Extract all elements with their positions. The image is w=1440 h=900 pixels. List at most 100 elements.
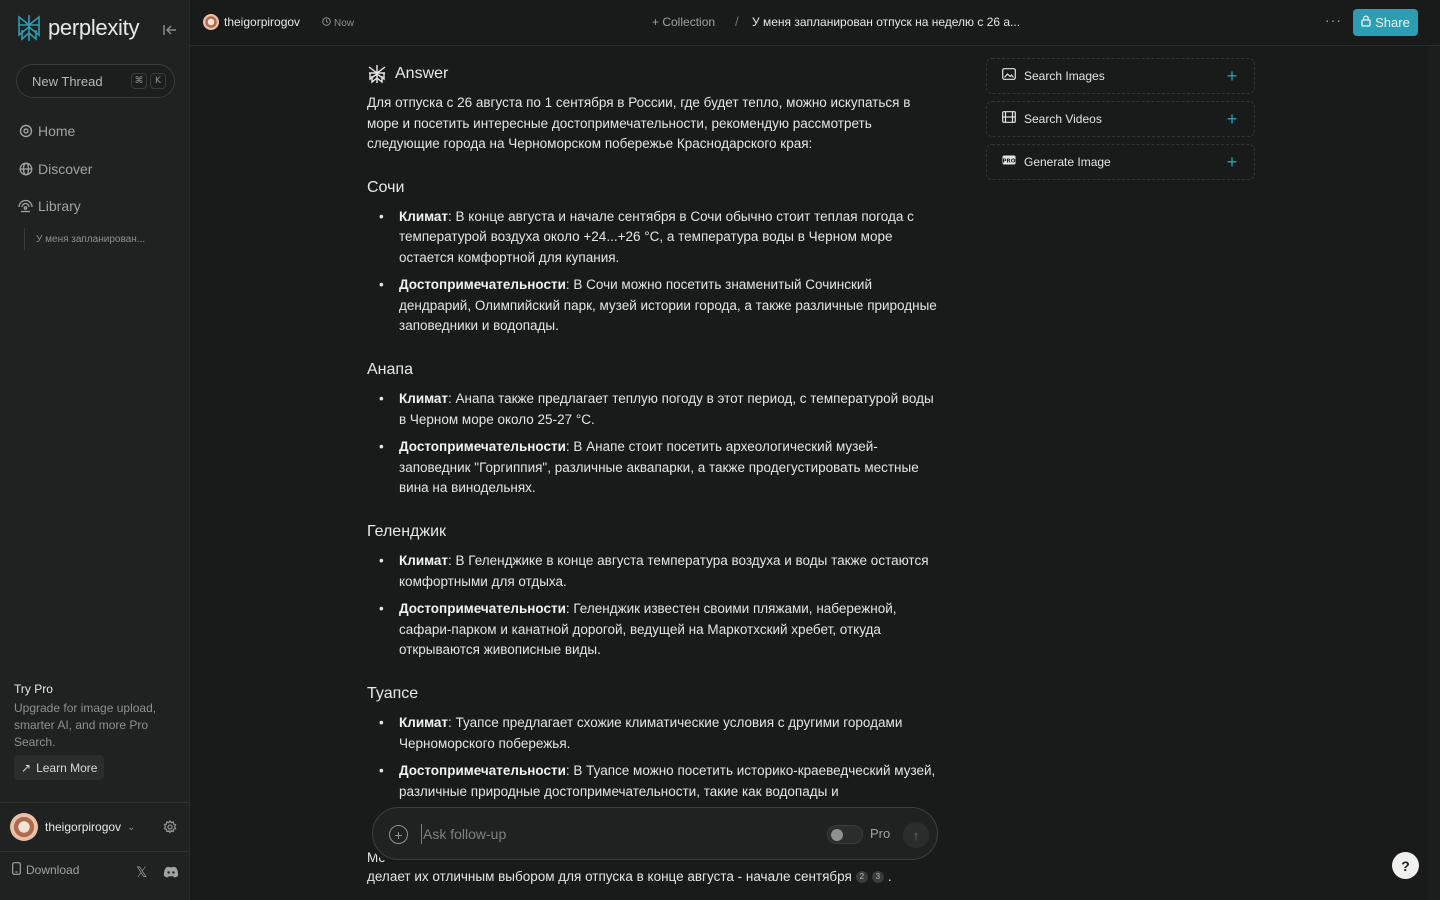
generate-image-button[interactable]: PRO Generate Image + — [986, 144, 1255, 180]
search-videos-label: Search Videos — [1024, 112, 1102, 126]
sidebar: perplexity New Thread ⌘ K Home Discover … — [0, 0, 190, 900]
citation-badge[interactable]: 2 — [855, 870, 868, 883]
citation-badge[interactable]: 3 — [871, 870, 884, 883]
answer-title: Answer — [395, 65, 449, 82]
plus-icon: + — [1226, 152, 1238, 172]
sidebar-item-home[interactable]: Home — [18, 123, 75, 139]
answer-intro: Для отпуска с 26 августа по 1 сентября в… — [367, 95, 911, 151]
list-item-label: Достопримечательности — [399, 600, 566, 616]
logo[interactable]: perplexity — [16, 14, 139, 42]
search-images-label: Search Images — [1024, 69, 1105, 83]
user-name: theigorpirogov — [45, 820, 122, 834]
conclusion-period: . — [887, 869, 892, 884]
attach-plus-icon[interactable]: + — [389, 825, 408, 844]
learn-more-button[interactable]: ↗ Learn More — [14, 755, 105, 780]
download-link[interactable]: Download — [12, 862, 79, 878]
try-pro-panel: Try Pro Upgrade for image upload, smarte… — [14, 682, 179, 751]
list-item: Достопримечательности: В Анапе стоит пос… — [367, 437, 942, 499]
plus-icon: + — [1226, 66, 1238, 86]
chevron-down-icon: ⌄ — [127, 821, 136, 833]
globe-icon — [18, 162, 33, 177]
list-item: Достопримечательности: В Туапсе можно по… — [367, 761, 942, 803]
conclusion-text: делает их отличным выбором для отпуска в… — [367, 869, 852, 884]
pro-toggle[interactable] — [827, 825, 863, 844]
clock-icon — [322, 17, 331, 29]
user-menu[interactable]: theigorpirogov ⌄ — [0, 802, 190, 852]
new-thread-button[interactable]: New Thread ⌘ K — [16, 64, 175, 98]
answer-icon — [368, 65, 386, 84]
image-icon — [1002, 67, 1016, 85]
sidebar-item-label: Discover — [38, 161, 93, 177]
thread-header: theigorpirogov Now + Collection / У меня… — [190, 0, 1440, 46]
section-title: Туапсе — [367, 685, 419, 703]
answer-block: Answer Для отпуска с 26 августа по 1 сен… — [367, 62, 942, 808]
breadcrumb-separator: / — [735, 14, 739, 29]
pro-label: Pro — [870, 826, 891, 841]
list-item-text: : В конце августа и начале сентября в Со… — [399, 208, 914, 266]
list-item: Климат: Анапа также предлагает теплую по… — [367, 389, 942, 431]
follow-up-box: + Pro ↑ — [372, 807, 938, 860]
arrow-up-right-icon: ↗ — [21, 760, 32, 775]
section-sochi: Сочи Климат: В конце августа и начале се… — [367, 179, 942, 338]
follow-up-input[interactable] — [421, 824, 811, 844]
thread-time-label: Now — [334, 17, 355, 29]
x-twitter-icon[interactable]: 𝕏 — [136, 864, 147, 881]
thread-title: У меня запланирован отпуск на неделю с 2… — [752, 15, 1021, 29]
search-icon — [18, 124, 33, 139]
lock-icon — [1361, 15, 1371, 30]
list-item: Климат: В конце августа и начале сентябр… — [367, 207, 942, 269]
plus-icon: + — [1226, 109, 1238, 129]
shortcut-k-key: K — [150, 73, 166, 89]
avatar — [10, 813, 38, 841]
more-options-icon[interactable]: ··· — [1325, 12, 1342, 28]
scrollbar[interactable] — [1428, 46, 1440, 900]
thread-author[interactable]: theigorpirogov — [224, 15, 300, 29]
sidebar-item-label: Home — [38, 123, 76, 139]
sidebar-item-library[interactable]: Library — [18, 198, 81, 214]
toggle-knob — [831, 829, 843, 841]
search-videos-button[interactable]: Search Videos + — [986, 101, 1255, 137]
shortcut-cmd-key: ⌘ — [131, 73, 147, 89]
gear-icon[interactable] — [163, 819, 179, 836]
collapse-sidebar-icon[interactable] — [162, 22, 178, 38]
avatar — [203, 14, 219, 30]
discord-icon[interactable] — [163, 865, 179, 878]
list-item-label: Климат — [399, 553, 449, 569]
perplexity-logo-icon — [18, 15, 40, 41]
section-tuapse: Туапсе Климат: Туапсе предлагает схожие … — [367, 685, 942, 802]
arrow-up-icon: ↑ — [912, 827, 920, 843]
bullet-list: Климат: В Геленджике в конце августа тем… — [367, 551, 942, 661]
library-thread-item[interactable]: У меня запланирован... — [24, 228, 145, 250]
list-item: Достопримечательности: В Сочи можно посе… — [367, 275, 942, 337]
logo-text: perplexity — [48, 15, 140, 40]
list-item-text: : Анапа также предлагает теплую погоду в… — [399, 391, 934, 428]
new-thread-label: New Thread — [32, 73, 103, 89]
list-item: Климат: В Геленджике в конце августа тем… — [367, 551, 942, 593]
section-gelendzhik: Геленджик Климат: В Геленджике в конце а… — [367, 523, 942, 661]
section-anapa: Анапа Климат: Анапа также предлагает теп… — [367, 361, 942, 499]
list-item-label: Достопримечательности — [399, 762, 566, 778]
section-title: Сочи — [367, 178, 405, 196]
list-item-label: Достопримечательности — [399, 438, 566, 454]
help-button[interactable]: ? — [1392, 852, 1419, 879]
thread-time: Now — [322, 17, 354, 29]
submit-button[interactable]: ↑ — [903, 822, 929, 848]
share-button[interactable]: Share — [1353, 9, 1418, 36]
download-label: Download — [26, 863, 80, 877]
phone-icon — [12, 862, 21, 878]
sidebar-item-discover[interactable]: Discover — [18, 161, 92, 177]
list-item-text: : Туапсе предлагает схожие климатические… — [399, 715, 903, 752]
search-images-button[interactable]: Search Images + — [986, 58, 1255, 94]
list-item-label: Климат — [399, 208, 449, 224]
try-pro-title: Try Pro — [14, 682, 53, 696]
generate-image-label: Generate Image — [1024, 155, 1111, 169]
list-item-label: Климат — [399, 391, 449, 407]
try-pro-description: Upgrade for image upload, smarter AI, an… — [14, 701, 157, 749]
add-to-collection-button[interactable]: + Collection — [652, 15, 715, 29]
svg-text:PRO: PRO — [1003, 159, 1016, 165]
section-title: Геленджик — [367, 523, 447, 541]
section-title: Анапа — [367, 361, 413, 379]
list-item-label: Достопримечательности — [399, 276, 566, 292]
sidebar-item-label: Library — [38, 198, 81, 214]
bullet-list: Климат: Анапа также предлагает теплую по… — [367, 389, 942, 499]
